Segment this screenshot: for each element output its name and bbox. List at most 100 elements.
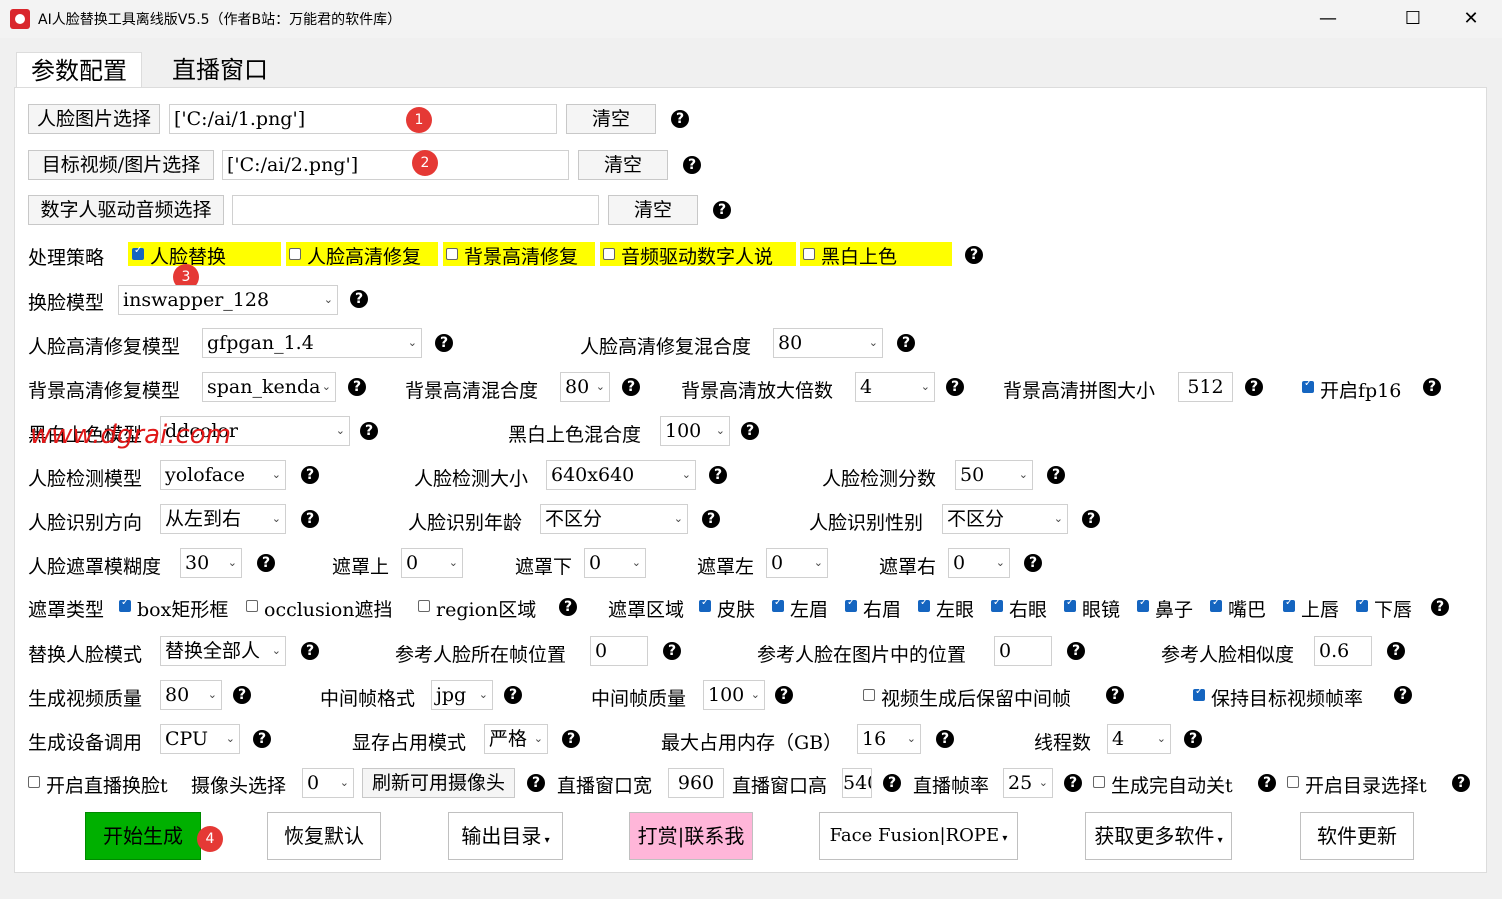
mask-occlusion-checkbox[interactable] [246,600,258,612]
maximize-button[interactable]: ☐ [1388,0,1438,38]
device-select[interactable]: CPU ⌄ [160,724,240,754]
detect-model-select[interactable]: yoloface ⌄ [160,460,286,490]
help-icon[interactable]: ? [1024,554,1042,572]
keep-frames-checkbox[interactable] [863,689,875,701]
area-checkbox[interactable] [699,597,711,612]
help-icon[interactable]: ? [622,378,640,396]
mask-right-select[interactable]: 0 ⌄ [948,548,1010,578]
help-icon[interactable]: ? [1106,686,1124,704]
swap-model-select[interactable]: inswapper_128 ⌄ [118,285,338,315]
help-icon[interactable]: ? [1082,510,1100,528]
help-icon[interactable]: ? [253,730,271,748]
help-icon[interactable]: ? [301,466,319,484]
tab-live[interactable]: 直播窗口 [158,52,282,88]
help-icon[interactable]: ? [1452,774,1470,792]
target-clear-button[interactable]: 清空 [578,150,668,180]
recog-age-select[interactable]: 不区分 ⌄ [540,504,688,534]
tab-config[interactable]: 参数配置 [16,52,142,89]
help-icon[interactable]: ? [1387,642,1405,660]
help-icon[interactable]: ? [671,110,689,128]
area-checkbox[interactable] [1064,597,1076,612]
colorize-checkbox[interactable] [803,248,815,260]
face-path-field[interactable]: ['C:/ai/1.png'] [169,104,557,134]
open-dir-checkbox[interactable] [1287,776,1299,788]
audio-select-button[interactable]: 数字人驱动音频选择 [28,195,224,225]
help-icon[interactable]: ? [301,510,319,528]
help-icon[interactable]: ? [1431,598,1449,616]
help-icon[interactable]: ? [897,334,915,352]
auto-close-checkbox[interactable] [1093,776,1105,788]
help-icon[interactable]: ? [936,730,954,748]
bg-enhance-checkbox[interactable] [446,248,458,260]
area-checkbox[interactable] [772,597,784,612]
recog-direction-select[interactable]: 从左到右 ⌄ [160,504,286,534]
mask-region-checkbox[interactable] [418,600,430,612]
help-icon[interactable]: ? [435,334,453,352]
color-blend-select[interactable]: 100 ⌄ [660,416,730,446]
detect-score-select[interactable]: 50 ⌄ [955,460,1033,490]
audio-drive-checkbox[interactable] [603,248,615,260]
bg-tile-field[interactable]: 512 [1178,372,1233,402]
area-checkbox[interactable] [991,597,1003,612]
audio-path-field[interactable] [232,195,599,225]
help-icon[interactable]: ? [775,686,793,704]
target-select-button[interactable]: 目标视频/图片选择 [28,150,214,180]
help-icon[interactable]: ? [257,554,275,572]
help-icon[interactable]: ? [233,686,251,704]
replace-mode-select[interactable]: 替换全部人 ⌄ [160,636,286,666]
bg-scale-select[interactable]: 4 ⌄ [855,372,935,402]
enhance-blend-select[interactable]: 80 ⌄ [773,328,883,358]
help-icon[interactable]: ? [1394,686,1412,704]
donate-contact-button[interactable]: 打赏|联系我 [629,812,753,860]
live-width-field[interactable]: 960 [668,768,724,798]
area-checkbox[interactable] [1210,597,1222,612]
help-icon[interactable]: ? [1423,378,1441,396]
face-select-button[interactable]: 人脸图片选择 [28,104,160,134]
ref-frame-field[interactable]: 0 [590,636,648,666]
ref-pos-field[interactable]: 0 [994,636,1052,666]
help-icon[interactable]: ? [527,774,545,792]
help-icon[interactable]: ? [350,290,368,308]
help-icon[interactable]: ? [883,774,901,792]
help-icon[interactable]: ? [965,246,983,264]
area-checkbox[interactable] [1283,597,1295,612]
help-icon[interactable]: ? [683,156,701,174]
help-icon[interactable]: ? [663,642,681,660]
live-fps-select[interactable]: 25 ⌄ [1003,768,1053,798]
reset-button[interactable]: 恢复默认 [267,812,381,860]
help-icon[interactable]: ? [360,422,378,440]
help-icon[interactable]: ? [709,466,727,484]
update-button[interactable]: 软件更新 [1300,812,1414,860]
mask-top-select[interactable]: 0 ⌄ [401,548,463,578]
frame-format-select[interactable]: jpg ⌄ [431,680,493,710]
recog-gender-select[interactable]: 不区分 ⌄ [942,504,1068,534]
help-icon[interactable]: ? [713,201,731,219]
help-icon[interactable]: ? [559,598,577,616]
keep-fps-checkbox[interactable] [1193,686,1205,701]
face-clear-button[interactable]: 清空 [566,104,656,134]
help-icon[interactable]: ? [1064,774,1082,792]
minimize-button[interactable]: — [1303,0,1353,38]
help-icon[interactable]: ? [1245,378,1263,396]
help-icon[interactable]: ? [504,686,522,704]
live-enable-checkbox[interactable] [28,776,40,788]
help-icon[interactable]: ? [1184,730,1202,748]
vram-mode-select[interactable]: 严格 ⌄ [484,724,548,754]
help-icon[interactable]: ? [1047,466,1065,484]
area-checkbox[interactable] [845,597,857,612]
face-fusion-button[interactable]: Face Fusion|ROPE ▾ [819,812,1018,860]
help-icon[interactable]: ? [946,378,964,396]
area-checkbox[interactable] [918,597,930,612]
ref-sim-field[interactable]: 0.6 [1314,636,1372,666]
mask-blur-select[interactable]: 30 ⌄ [180,548,242,578]
help-icon[interactable]: ? [1258,774,1276,792]
help-icon[interactable]: ? [741,422,759,440]
more-software-button[interactable]: 获取更多软件 ▾ [1085,812,1232,860]
camera-select[interactable]: 0 ⌄ [302,768,354,798]
start-button[interactable]: 开始生成 [85,812,201,860]
bg-blend-select[interactable]: 80 ⌄ [560,372,610,402]
bg-model-select[interactable]: span_kenda ⌄ [202,372,336,402]
mask-box-checkbox[interactable] [119,597,131,612]
area-checkbox[interactable] [1137,597,1149,612]
help-icon[interactable]: ? [702,510,720,528]
